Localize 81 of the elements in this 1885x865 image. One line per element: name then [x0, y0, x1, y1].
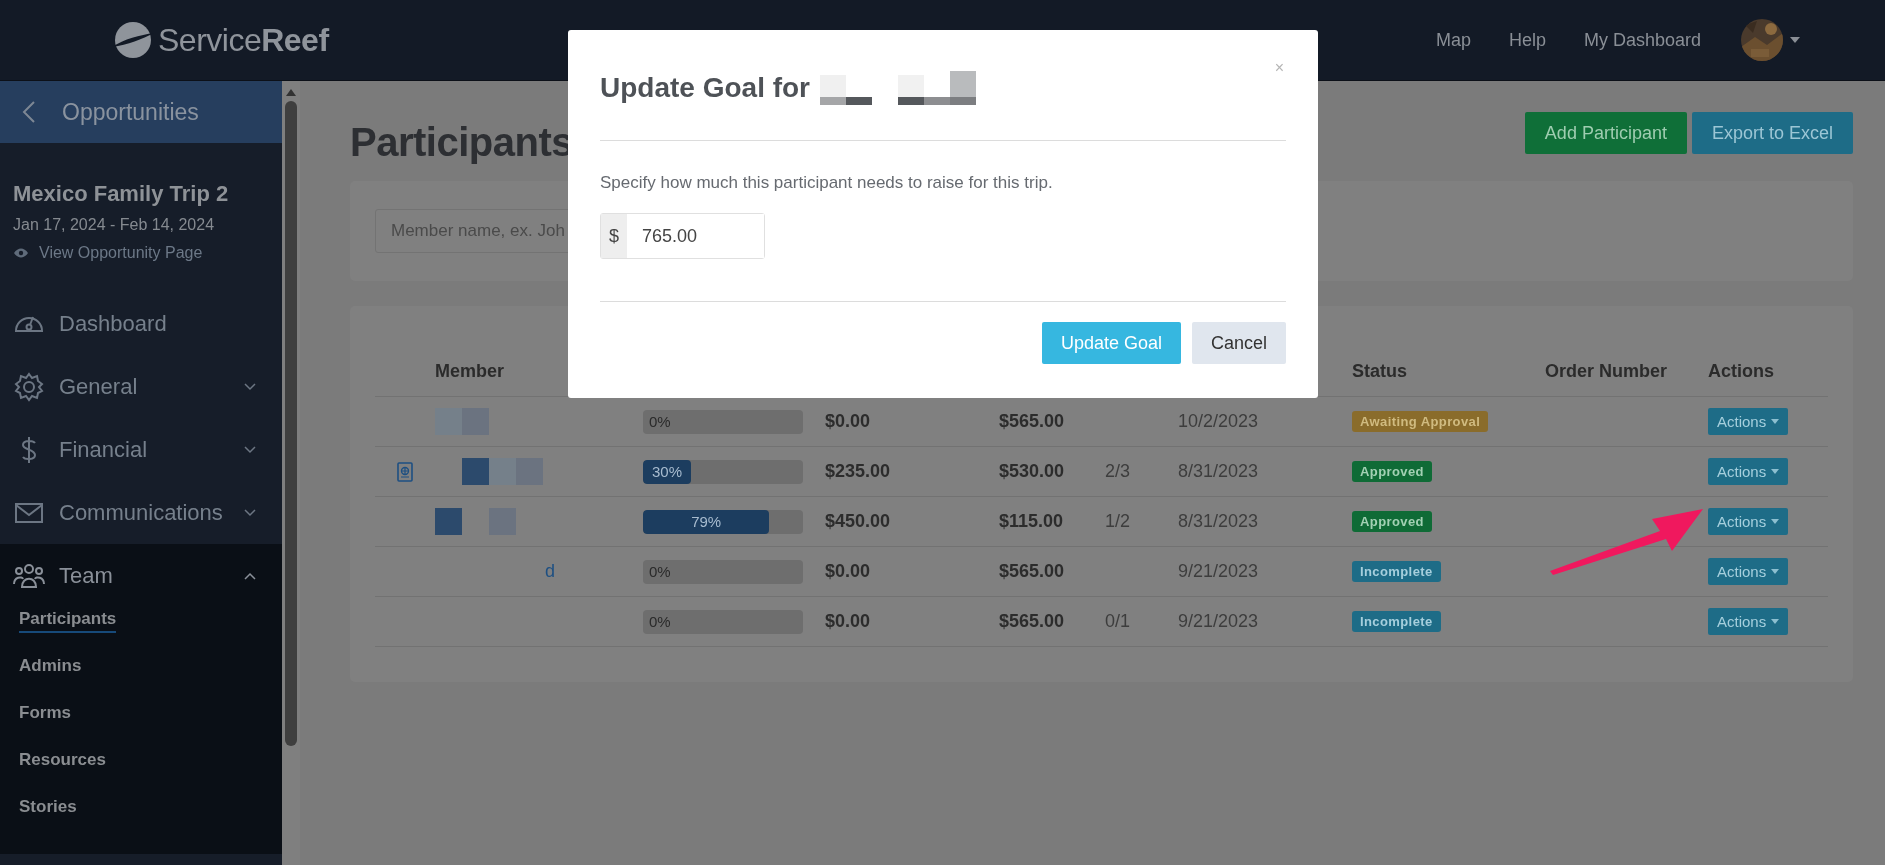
date-text: 9/21/2023	[1178, 611, 1259, 632]
chevron-left-icon	[22, 100, 36, 124]
actions-button[interactable]: Actions	[1708, 458, 1789, 485]
actions-button[interactable]: Actions	[1708, 608, 1789, 635]
column-header: Status	[1352, 360, 1407, 382]
caret-icon	[1771, 419, 1780, 424]
currency-addon: $	[601, 214, 627, 258]
caret-icon	[1771, 469, 1780, 474]
sidebar-item[interactable]: Team	[0, 544, 282, 607]
page-title: Participants	[350, 120, 573, 165]
column-header: Actions	[1708, 360, 1774, 382]
status-badge: Incomplete	[1352, 611, 1441, 632]
redaction-block	[489, 458, 516, 485]
forms-count: 1/2	[1105, 511, 1131, 532]
export-button[interactable]: Export to Excel	[1691, 112, 1853, 154]
back-link[interactable]: Opportunities	[0, 81, 282, 143]
trip-title: Mexico Family Trip 2	[13, 181, 230, 207]
actions-button[interactable]: Actions	[1708, 508, 1789, 535]
caret-icon	[1771, 519, 1780, 524]
modal-title: Update Goal for	[600, 72, 810, 104]
sidebar-item[interactable]: General	[0, 355, 282, 418]
amount-raised: $450.00	[825, 511, 891, 532]
add-button[interactable]: Add Participant	[1524, 112, 1687, 154]
goal-amount: $565.00	[999, 411, 1065, 432]
eye-icon	[13, 248, 29, 258]
goal-input[interactable]: $ 765.00	[600, 213, 765, 259]
forms-count: 0/1	[1105, 611, 1131, 632]
column-header: Member	[435, 360, 505, 382]
goal-amount: $530.00	[999, 461, 1065, 482]
amount-raised: $0.00	[825, 411, 871, 432]
cancel-button[interactable]: Cancel	[1191, 322, 1286, 364]
nav-link[interactable]: Help	[1508, 29, 1546, 51]
sidebar-item[interactable]: Communications	[0, 481, 282, 544]
nav-link[interactable]: Map	[1435, 29, 1471, 51]
redaction-block	[462, 458, 489, 485]
sidebar-item[interactable]: Financial	[0, 418, 282, 481]
goal-amount: $565.00	[999, 611, 1065, 632]
date-text: 8/31/2023	[1178, 461, 1259, 482]
status-badge: Awaiting Approval	[1352, 411, 1489, 432]
caret-icon	[1790, 37, 1800, 43]
actions-button[interactable]: Actions	[1708, 558, 1789, 585]
status-badge: Incomplete	[1352, 561, 1441, 582]
update-goal-button[interactable]: Update Goal	[1041, 322, 1181, 364]
caret-icon	[1771, 569, 1780, 574]
sidebar-item[interactable]: Dashboard	[0, 292, 282, 355]
scroll-up-icon	[286, 89, 296, 96]
amount-raised: $0.00	[825, 611, 871, 632]
view-page-link[interactable]: View Opportunity Page	[39, 244, 203, 262]
sidebar-subitem[interactable]: Stories	[19, 795, 77, 819]
date-text: 9/21/2023	[1178, 561, 1259, 582]
date-text: 8/31/2023	[1178, 511, 1259, 532]
date-text: 10/2/2023	[1178, 411, 1259, 432]
amount-raised: $235.00	[825, 461, 891, 482]
goal-amount: $565.00	[999, 561, 1065, 582]
progress-label: 0%	[649, 413, 671, 430]
sidebar-subitem[interactable]: Forms	[19, 701, 71, 725]
goal-amount: $115.00	[999, 511, 1064, 532]
progress-label: 30%	[652, 463, 682, 480]
status-badge: Approved	[1352, 461, 1432, 482]
sidebar-subitem[interactable]: Admins	[19, 654, 82, 678]
actions-button[interactable]: Actions	[1708, 408, 1789, 435]
scrollbar-thumb[interactable]	[285, 101, 297, 746]
nav-link[interactable]: My Dashboard	[1583, 29, 1701, 51]
logo-text[interactable]: ServiceReef	[158, 21, 329, 59]
sidebar-subitem[interactable]: Resources	[19, 748, 106, 772]
sidebar-subitem[interactable]: Participants	[19, 607, 117, 633]
scrollbar[interactable]	[282, 81, 300, 865]
progress-label: 0%	[649, 613, 671, 630]
trip-dates: Jan 17, 2024 - Feb 14, 2024	[13, 216, 216, 234]
back-label: Opportunities	[62, 98, 199, 126]
forms-count: 2/3	[1105, 461, 1131, 482]
progress-label: 79%	[691, 513, 722, 530]
member-link[interactable]: d	[545, 561, 555, 582]
amount-raised: $0.00	[825, 561, 871, 582]
settings-icon	[13, 370, 45, 403]
modal-message: Specify how much this participant needs to raise for this trip.	[600, 173, 1054, 193]
progress-label: 0%	[649, 563, 671, 580]
column-header: Order Number	[1545, 360, 1668, 382]
status-badge: Approved	[1352, 511, 1432, 532]
caret-icon	[1771, 619, 1780, 624]
redaction-block	[435, 508, 462, 535]
